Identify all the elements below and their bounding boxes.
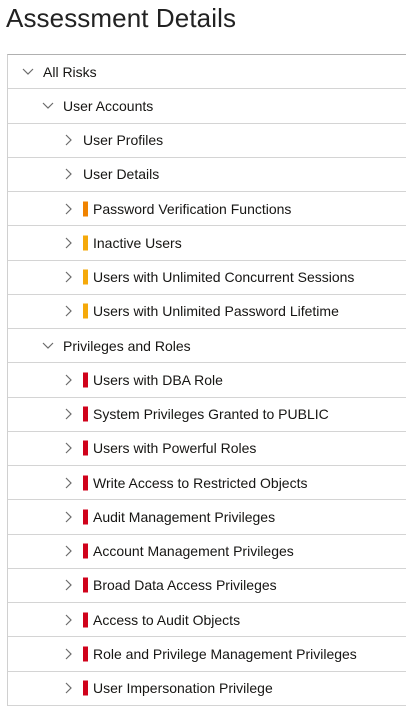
tree-row-label: User Accounts	[63, 97, 154, 114]
tree-row[interactable]: Users with DBA Role	[8, 363, 406, 398]
severity-high-marker	[83, 543, 88, 559]
tree-row[interactable]: Account Management Privileges	[8, 535, 406, 569]
tree-row[interactable]: Privileges and Roles	[8, 329, 406, 364]
tree-row[interactable]: User Accounts	[8, 89, 406, 124]
severity-high-marker	[83, 440, 88, 456]
chevron-right-icon[interactable]	[62, 441, 76, 455]
chevron-right-icon[interactable]	[62, 681, 76, 695]
tree-row-label: Users with Unlimited Password Lifetime	[93, 303, 339, 320]
tree-row[interactable]: User Details	[8, 158, 406, 192]
tree-row-label: System Privileges Granted to PUBLIC	[93, 406, 329, 423]
tree-row[interactable]: Access to Audit Objects	[8, 603, 406, 638]
tree-row-label: User Details	[83, 166, 160, 183]
chevron-down-icon[interactable]	[41, 99, 55, 113]
tree-row-label: Broad Data Access Privileges	[93, 577, 277, 594]
tree-row[interactable]: Audit Management Privileges	[8, 500, 406, 535]
chevron-right-icon[interactable]	[62, 133, 76, 147]
tree-row-label: Audit Management Privileges	[93, 508, 276, 525]
severity-high-marker	[83, 646, 88, 662]
chevron-right-icon[interactable]	[62, 613, 76, 627]
tree-row-label: Access to Audit Objects	[93, 611, 241, 628]
tree-row[interactable]: Users with Unlimited Password Lifetime	[8, 295, 406, 329]
chevron-right-icon[interactable]	[62, 647, 76, 661]
tree-row-label: Password Verification Functions	[93, 200, 292, 217]
tree-row[interactable]: System Privileges Granted to PUBLIC	[8, 398, 406, 432]
tree-row-label: Role and Privilege Management Privileges	[93, 645, 357, 662]
severity-low-marker	[83, 303, 88, 319]
chevron-right-icon[interactable]	[62, 476, 76, 490]
tree-row[interactable]: Broad Data Access Privileges	[8, 569, 406, 603]
tree-row[interactable]: Users with Powerful Roles	[8, 432, 406, 466]
severity-high-marker	[83, 509, 88, 525]
severity-high-marker	[83, 612, 88, 628]
tree-row-label: User Profiles	[83, 132, 164, 149]
severity-high-marker	[83, 577, 88, 593]
chevron-down-icon[interactable]	[41, 339, 55, 353]
chevron-right-icon[interactable]	[62, 544, 76, 558]
tree-row-label: Users with Powerful Roles	[93, 440, 257, 457]
severity-high-marker	[83, 680, 88, 696]
tree-row-label: Privileges and Roles	[63, 337, 191, 354]
tree-row[interactable]: Inactive Users	[8, 226, 406, 261]
tree-row[interactable]: Password Verification Functions	[8, 192, 406, 227]
chevron-right-icon[interactable]	[62, 373, 76, 387]
tree-row-label: User Impersonation Privilege	[93, 680, 273, 697]
tree-row-label: Users with Unlimited Concurrent Sessions	[93, 269, 355, 286]
chevron-right-icon[interactable]	[62, 407, 76, 421]
risk-tree: All Risks User Accounts User Profiles User …	[7, 54, 406, 706]
tree-row-label: Inactive Users	[93, 234, 182, 251]
chevron-down-icon[interactable]	[21, 65, 35, 79]
severity-low-marker	[83, 269, 88, 285]
tree-row[interactable]: User Profiles	[8, 124, 406, 158]
chevron-right-icon[interactable]	[62, 510, 76, 524]
tree-row[interactable]: Users with Unlimited Concurrent Sessions	[8, 261, 406, 295]
tree-row[interactable]: Write Access to Restricted Objects	[8, 466, 406, 501]
chevron-right-icon[interactable]	[62, 167, 76, 181]
severity-medium-marker	[83, 201, 88, 217]
page-title: Assessment Details	[6, 3, 237, 33]
tree-row[interactable]: Role and Privilege Management Privileges	[8, 637, 406, 672]
chevron-right-icon[interactable]	[62, 304, 76, 318]
chevron-right-icon[interactable]	[62, 236, 76, 250]
chevron-right-icon[interactable]	[62, 202, 76, 216]
tree-row-label: Users with DBA Role	[93, 371, 223, 388]
tree-row-label: Write Access to Restricted Objects	[93, 474, 308, 491]
chevron-right-icon[interactable]	[62, 578, 76, 592]
tree-row[interactable]: User Impersonation Privilege	[8, 672, 406, 706]
severity-high-marker	[83, 372, 88, 388]
tree-row-label: All Risks	[43, 63, 97, 80]
severity-high-marker	[83, 475, 88, 491]
severity-low-marker	[83, 235, 88, 251]
severity-high-marker	[83, 406, 88, 422]
tree-row[interactable]: All Risks	[8, 55, 406, 90]
tree-row-label: Account Management Privileges	[93, 543, 294, 560]
chevron-right-icon[interactable]	[62, 270, 76, 284]
